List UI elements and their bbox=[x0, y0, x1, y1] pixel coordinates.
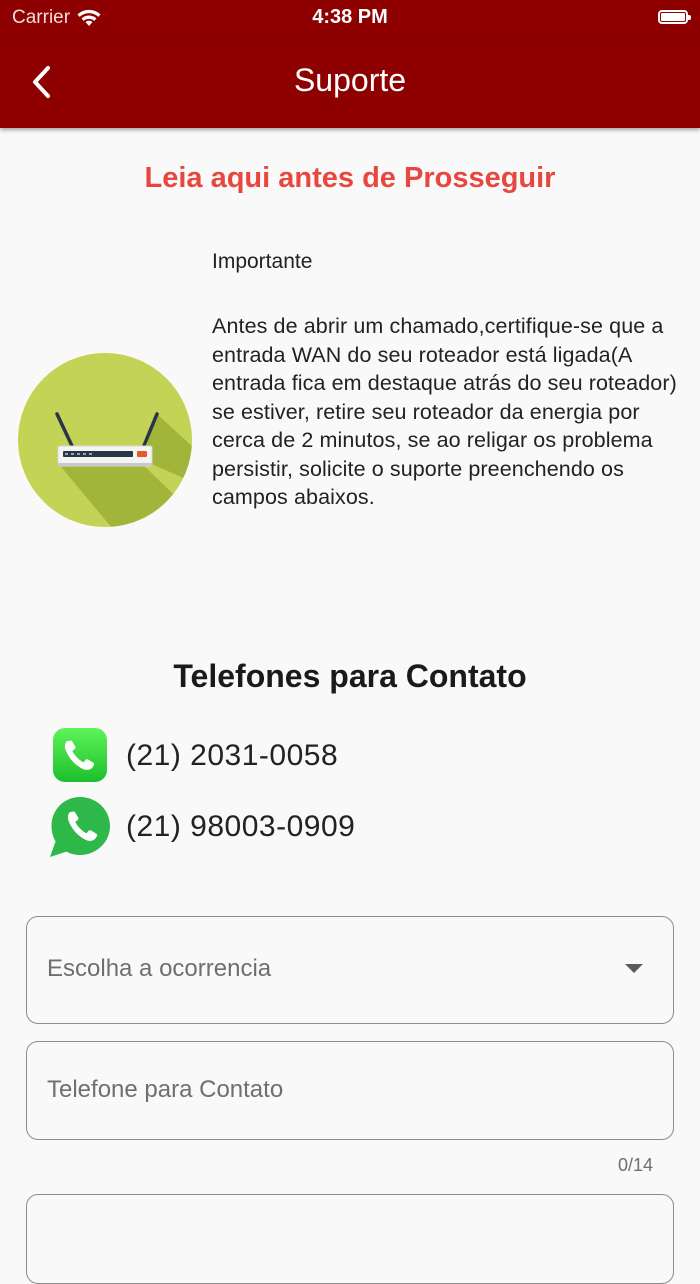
phone-icon bbox=[53, 728, 107, 782]
status-time: 4:38 PM bbox=[312, 6, 388, 28]
phone-placeholder: Telefone para Contato bbox=[47, 1076, 284, 1103]
phone-input[interactable]: Telefone para Contato bbox=[26, 1041, 674, 1140]
phone-char-counter: 0/14 bbox=[617, 1155, 653, 1175]
contact-number: (21) 2031-0058 bbox=[126, 739, 339, 772]
page-title: Suporte bbox=[293, 62, 407, 98]
important-label: Importante bbox=[212, 250, 313, 273]
contact-phone[interactable]: (21) 2031-0058 bbox=[48, 727, 338, 785]
contacts-title: Telefones para Contato bbox=[173, 658, 527, 694]
occurrence-placeholder: Escolha a ocorrencia bbox=[47, 955, 272, 982]
router-icon bbox=[18, 353, 192, 527]
whatsapp-icon bbox=[50, 797, 110, 857]
notice-text: Antes de abrir um chamado,certifique-se … bbox=[212, 314, 677, 509]
next-field[interactable] bbox=[26, 1194, 674, 1284]
occurrence-dropdown[interactable]: Escolha a ocorrencia bbox=[26, 916, 674, 1024]
app-bar: Suporte bbox=[0, 36, 700, 128]
battery-icon bbox=[658, 10, 691, 24]
contact-whatsapp[interactable]: (21) 98003-0909 bbox=[48, 795, 355, 859]
contact-number: (21) 98003-0909 bbox=[126, 810, 356, 843]
dropdown-arrow-icon bbox=[625, 964, 643, 973]
status-bar: Carrier 4:38 PM bbox=[0, 0, 700, 36]
notice-title: Leia aqui antes de Prosseguir bbox=[144, 162, 556, 194]
